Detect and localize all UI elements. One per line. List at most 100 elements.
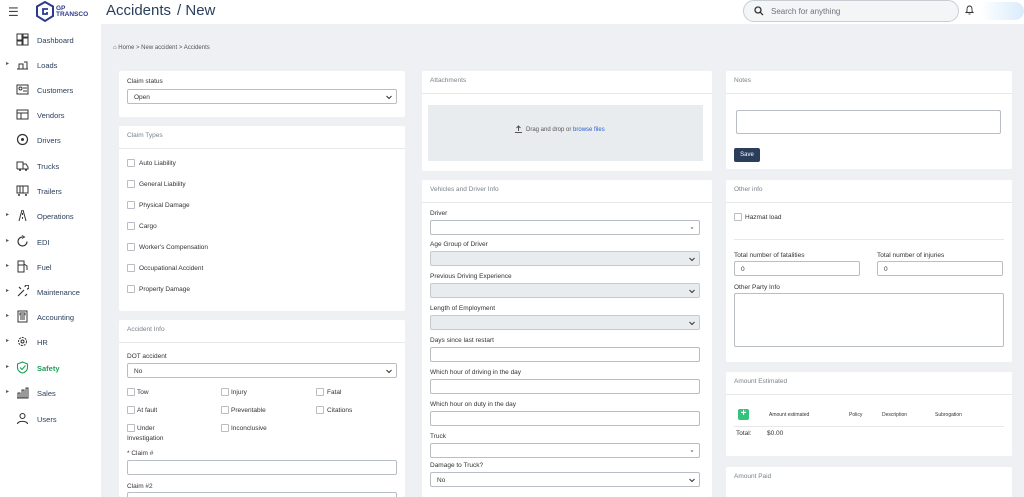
- save-button[interactable]: Save: [734, 148, 760, 162]
- hour-duty-input[interactable]: [430, 411, 700, 426]
- caret-right-icon: ▸: [6, 313, 10, 319]
- sidebar-item-label: HR: [37, 338, 48, 347]
- sidebar-item-operations[interactable]: ▸ Operations: [0, 206, 101, 226]
- amount-estimated-card: Amount Estimated + Amount estimated Poli…: [726, 372, 1012, 456]
- under-investigation-checkbox[interactable]: [127, 424, 135, 432]
- tow-label: Tow: [137, 389, 149, 396]
- safety-icon: [16, 361, 29, 374]
- sidebar-item-customers[interactable]: Customers: [0, 80, 101, 100]
- drivers-icon: [16, 133, 29, 146]
- sidebar-item-label: Sales: [37, 389, 56, 398]
- search-placeholder: Search for anything: [771, 7, 841, 16]
- fatalities-label: Total number of fatalities: [734, 252, 805, 259]
- notes-card: Notes Save: [726, 71, 1012, 169]
- injuries-input[interactable]: 0: [877, 261, 1003, 276]
- claim-type-checkbox[interactable]: [127, 285, 135, 293]
- truck-select[interactable]: [430, 443, 700, 458]
- trucks-icon: [16, 161, 29, 171]
- add-amount-button[interactable]: +: [738, 409, 749, 420]
- claim-type-checkbox[interactable]: [127, 243, 135, 251]
- claim-number-input[interactable]: [127, 460, 397, 475]
- claim-type-checkbox[interactable]: [127, 159, 135, 167]
- chevron-down-icon: [386, 95, 392, 100]
- accident-info-card: Accident Info DOT accident No Tow Injury…: [119, 320, 405, 497]
- browse-files-link[interactable]: browse files: [573, 127, 605, 133]
- claim-status-select[interactable]: Open: [127, 89, 397, 104]
- chevron-down-icon: [386, 369, 392, 374]
- sidebar-item-accounting[interactable]: ▸ Accounting: [0, 307, 101, 327]
- sidebar-item-safety[interactable]: ▸ Safety: [0, 358, 101, 378]
- previous-experience-select[interactable]: [430, 283, 700, 298]
- claim-type-checkbox[interactable]: [127, 201, 135, 209]
- damage-truck-select[interactable]: No: [430, 472, 700, 487]
- breadcrumb-home[interactable]: Home: [118, 45, 134, 51]
- hour-duty-label: Which hour on duty in the day: [430, 401, 516, 408]
- tow-checkbox[interactable]: [127, 388, 135, 396]
- age-group-label: Age Group of Driver: [430, 241, 488, 248]
- notes-textarea[interactable]: [736, 110, 1001, 134]
- claim-status-card: Claim status Open: [119, 71, 405, 117]
- avatar[interactable]: [980, 2, 1024, 20]
- breadcrumb-new-accident[interactable]: New accident: [141, 45, 177, 51]
- claim-type-label: Property Damage: [139, 286, 190, 293]
- dot-accident-select[interactable]: No: [127, 363, 397, 378]
- logo[interactable]: GP TRANSCO: [36, 1, 96, 23]
- caret-right-icon: ▸: [6, 288, 10, 294]
- logo-text: GP TRANSCO: [56, 5, 89, 18]
- other-party-textarea[interactable]: [734, 293, 1004, 347]
- driver-select[interactable]: [430, 220, 700, 235]
- hour-driving-label: Which hour of driving in the day: [430, 369, 522, 376]
- preventable-checkbox[interactable]: [221, 406, 229, 414]
- caret-right-icon: ▸: [6, 263, 10, 269]
- inconclusive-checkbox[interactable]: [221, 424, 229, 432]
- sidebar-item-vendors[interactable]: Vendors: [0, 105, 101, 125]
- claim-type-checkbox[interactable]: [127, 180, 135, 188]
- sidebar-item-dashboard[interactable]: Dashboard: [0, 30, 101, 50]
- injury-checkbox[interactable]: [221, 388, 229, 396]
- sidebar-item-drivers[interactable]: Drivers: [0, 130, 101, 150]
- hazmat-checkbox[interactable]: [734, 213, 742, 221]
- claim-type-checkbox[interactable]: [127, 264, 135, 272]
- sidebar-item-loads[interactable]: ▸ Loads: [0, 55, 101, 75]
- sidebar-item-hr[interactable]: ▸ HR: [0, 332, 101, 352]
- col-amount-estimated: Amount estimated: [769, 412, 810, 418]
- caret-right-icon: ▸: [6, 389, 10, 395]
- search-icon: [754, 6, 764, 16]
- menu-icon[interactable]: ☰: [8, 5, 19, 19]
- claim-2-label: Claim #2: [127, 483, 153, 490]
- truck-label: Truck: [430, 433, 447, 440]
- claim-type-checkbox[interactable]: [127, 222, 135, 230]
- bell-icon[interactable]: [965, 5, 974, 15]
- caret-right-icon: ▸: [6, 238, 10, 244]
- users-icon: [16, 412, 29, 425]
- at-fault-checkbox[interactable]: [127, 406, 135, 414]
- sidebar-item-trailers[interactable]: Trailers: [0, 181, 101, 201]
- sidebar-item-trucks[interactable]: Trucks: [0, 156, 101, 176]
- sidebar-item-users[interactable]: Users: [0, 409, 101, 429]
- sidebar-item-label: Safety: [37, 364, 60, 373]
- sidebar-item-edi[interactable]: ▸ EDI: [0, 232, 101, 252]
- home-icon[interactable]: ⌂: [113, 45, 117, 51]
- fatalities-input[interactable]: 0: [734, 261, 860, 276]
- hazmat-label: Hazmat load: [745, 214, 782, 221]
- fatal-checkbox[interactable]: [316, 388, 324, 396]
- drop-text: Drag and drop or: [526, 127, 572, 133]
- length-employment-select[interactable]: [430, 315, 700, 330]
- claim-2-input[interactable]: [127, 492, 397, 497]
- injury-label: Injury: [231, 389, 247, 396]
- age-group-select[interactable]: [430, 251, 700, 266]
- citations-checkbox[interactable]: [316, 406, 324, 414]
- dot-accident-label: DOT accident: [127, 353, 167, 360]
- sidebar-item-fuel[interactable]: ▸ Fuel: [0, 257, 101, 277]
- search-input[interactable]: Search for anything: [743, 0, 959, 22]
- file-dropzone[interactable]: Drag and drop or browse files: [428, 105, 703, 161]
- edi-icon: [17, 235, 28, 247]
- sidebar-item-label: Maintenance: [37, 288, 80, 297]
- sidebar-item-sales[interactable]: ▸ Sales: [0, 383, 101, 403]
- hour-driving-input[interactable]: [430, 379, 700, 394]
- dashboard-icon: [16, 33, 29, 46]
- sidebar-item-maintenance[interactable]: ▸ Maintenance: [0, 282, 101, 302]
- hr-icon: [18, 337, 27, 346]
- days-restart-input[interactable]: [430, 347, 700, 362]
- chevron-down-icon: [689, 289, 695, 294]
